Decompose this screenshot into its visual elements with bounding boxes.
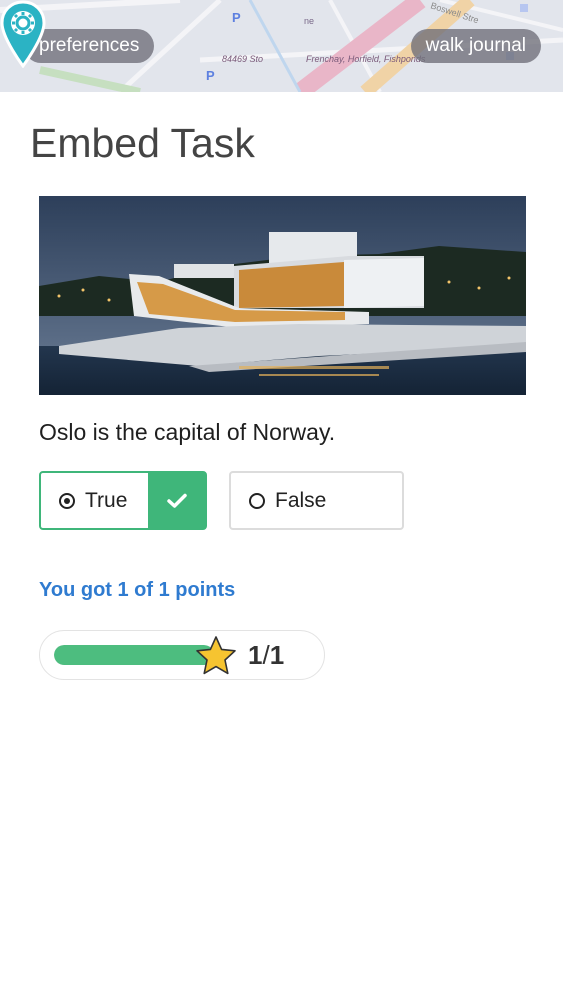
map-area-label: 84469 Sto (222, 54, 263, 64)
map-parking-label: P (206, 68, 215, 83)
map-header: P P ne 84469 Sto Frenchay, Horfield, Fis… (0, 0, 563, 92)
map-parking-label: P (232, 10, 241, 25)
answer-true-option[interactable]: True (39, 471, 207, 530)
score-progress-fill (54, 645, 214, 665)
score-total: 1 (269, 640, 285, 670)
answer-label: False (275, 488, 327, 512)
answer-label: True (85, 488, 128, 512)
radio-selected-icon (59, 492, 75, 509)
question-text: Oslo is the capital of Norway. (39, 419, 336, 445)
map-area-label: ne (304, 16, 314, 26)
location-pin-icon (0, 0, 46, 68)
score-summary: You got 1 of 1 points (39, 579, 236, 601)
walk-journal-button[interactable]: walk journal (410, 29, 541, 63)
radio-unselected-icon (249, 492, 265, 509)
score-earned: 1 (248, 640, 263, 670)
task-photo (39, 196, 526, 395)
score-progress-track (54, 645, 214, 665)
score-progress: 1/1 (39, 630, 325, 680)
score-count: 1/1 (248, 640, 284, 671)
score-separator: / (262, 640, 270, 670)
page-title: Embed Task (30, 120, 255, 166)
map-area-label: Frenchay, Horfield, Fishponds (306, 54, 426, 64)
correct-check-icon (148, 473, 205, 528)
answer-false-option[interactable]: False (229, 471, 404, 530)
star-icon (196, 636, 236, 675)
